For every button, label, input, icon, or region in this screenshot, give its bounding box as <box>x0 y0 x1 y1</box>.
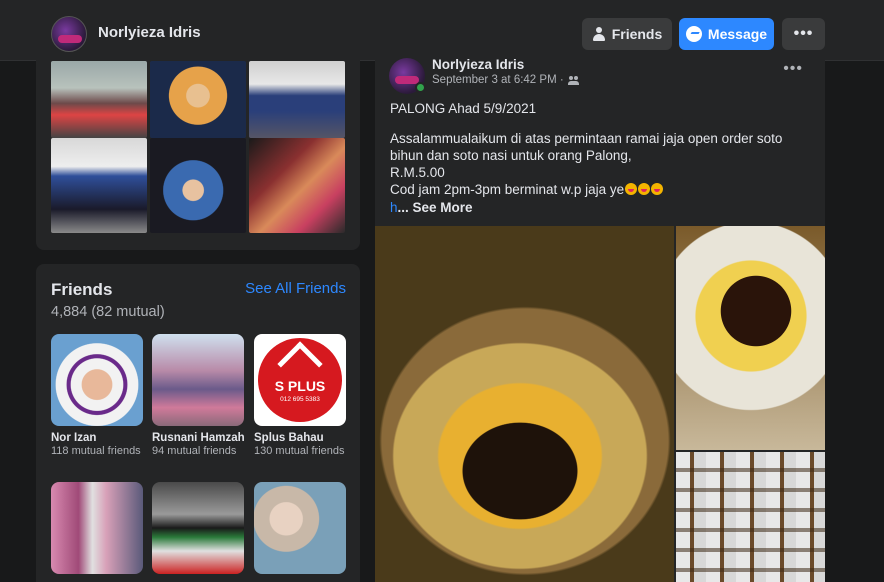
post-body-line: Cod jam 2pm-3pm berminat w.p jaja ye <box>390 181 810 198</box>
splus-logo-phone: 012 695 5383 <box>280 396 320 403</box>
post-card: Norlyieza Idris September 3 at 6:42 PM ·… <box>375 56 825 582</box>
profile-header-bar: Norlyieza Idris Friends Message ••• <box>0 0 884 61</box>
messenger-icon <box>685 26 702 42</box>
photo-thumbnail[interactable] <box>150 61 246 138</box>
person-icon <box>592 27 606 41</box>
kiss-emoji-icon <box>638 183 651 195</box>
post-photo-soto-main[interactable] <box>375 226 674 582</box>
kiss-emoji-icon <box>625 183 638 195</box>
truncated-text: h <box>390 200 398 215</box>
photos-card <box>36 56 360 250</box>
more-dots-icon: ••• <box>793 25 814 42</box>
friend-tile[interactable]: Rusnani Hamzah 94 mutual friends <box>152 334 245 458</box>
friend-name[interactable]: Rusnani Hamzah <box>152 432 245 444</box>
friend-name[interactable]: Nor Izan <box>51 432 143 444</box>
friend-photo[interactable]: S PLUS 012 695 5383 <box>254 334 346 426</box>
friend-mutual-count: 130 mutual friends <box>254 445 345 457</box>
photo-thumbnail[interactable] <box>51 138 147 233</box>
friends-card: Friends See All Friends 4,884 (82 mutual… <box>36 264 360 582</box>
friend-tile[interactable] <box>51 482 143 574</box>
friend-tile[interactable]: Nor Izan 118 mutual friends <box>51 334 143 458</box>
post-text: PALONG Ahad 5/9/2021 Assalammualaikum di… <box>390 100 810 198</box>
see-more-row: h... See More <box>390 200 473 215</box>
post-timestamp[interactable]: September 3 at 6:42 PM · <box>432 74 564 86</box>
post-meta: September 3 at 6:42 PM · <box>432 74 579 86</box>
friend-photo[interactable] <box>152 334 244 426</box>
online-status-dot <box>415 82 426 93</box>
photo-thumbnail[interactable] <box>51 61 147 138</box>
friend-photo[interactable] <box>152 482 244 574</box>
friend-mutual-count: 118 mutual friends <box>51 445 141 457</box>
friends-title: Friends <box>51 280 113 299</box>
photo-thumbnail[interactable] <box>249 61 345 138</box>
message-button-label: Message <box>707 26 768 42</box>
post-body-line-text: Cod jam 2pm-3pm berminat w.p jaja ye <box>390 182 625 197</box>
photo-thumbnail[interactable] <box>150 138 246 233</box>
see-more-link[interactable]: ... See More <box>398 200 473 215</box>
message-button[interactable]: Message <box>679 18 774 50</box>
friends-button-label: Friends <box>611 26 663 42</box>
friends-audience-icon <box>567 75 579 85</box>
friend-photo[interactable] <box>254 482 346 574</box>
friend-tile[interactable] <box>254 482 346 574</box>
friend-tile[interactable]: S PLUS 012 695 5383 Splus Bahau 130 mutu… <box>254 334 346 458</box>
post-body-line: Assalammualaikum di atas permintaan rama… <box>390 131 783 163</box>
more-options-button[interactable]: ••• <box>782 18 825 50</box>
friend-tile[interactable] <box>152 482 244 574</box>
friend-name[interactable]: Splus Bahau <box>254 432 346 444</box>
friend-mutual-count: 94 mutual friends <box>152 445 237 457</box>
post-title-line: PALONG Ahad 5/9/2021 <box>390 101 537 116</box>
post-more-options-button[interactable]: ••• <box>783 60 803 78</box>
splus-logo-text: S PLUS <box>274 378 326 394</box>
kiss-emoji-icon <box>651 183 664 195</box>
friend-photo[interactable] <box>51 334 143 426</box>
post-photo-soto-containers[interactable] <box>676 452 825 582</box>
friend-photo[interactable] <box>51 482 143 574</box>
post-body-line: R.M.5.00 <box>390 165 445 180</box>
post-photo-soto-bowl[interactable] <box>676 226 825 450</box>
friends-button[interactable]: Friends <box>582 18 672 50</box>
friends-count: 4,884 (82 mutual) <box>51 304 165 320</box>
see-all-friends-link[interactable]: See All Friends <box>245 280 346 297</box>
profile-name[interactable]: Norlyieza Idris <box>98 24 201 41</box>
post-author-name[interactable]: Norlyieza Idris <box>432 57 524 72</box>
profile-avatar[interactable] <box>51 16 87 52</box>
photo-thumbnail[interactable] <box>249 138 345 233</box>
